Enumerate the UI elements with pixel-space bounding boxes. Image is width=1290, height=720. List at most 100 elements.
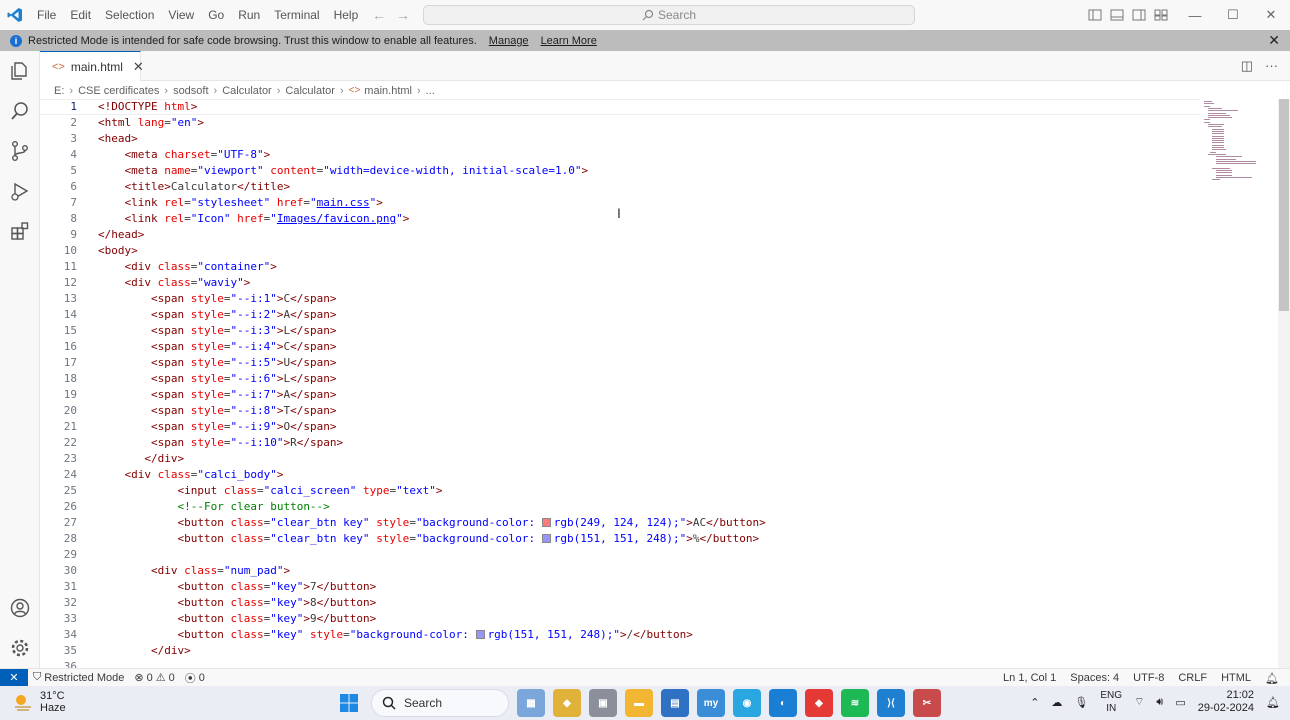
split-editor-icon[interactable]: ◫ [1241,58,1253,74]
file-explorer-icon[interactable]: ▬ [625,689,653,717]
close-window-icon[interactable]: ✕ [1252,0,1290,30]
color-swatch-purple[interactable] [541,534,551,543]
crumb-file[interactable]: main.html [364,85,412,97]
problems-status[interactable]: ⊗ 0 ⚠ 0 [129,671,179,685]
microphone-icon[interactable]: 🎙︎ [1074,696,1088,709]
back-arrow-icon[interactable]: ← [372,7,386,23]
source-control-icon[interactable] [0,131,40,171]
mysql-icon[interactable]: my [697,689,725,717]
toggle-panel-icon[interactable] [1110,8,1124,22]
run-debug-icon[interactable] [0,171,40,211]
anydesk-icon[interactable]: ◆ [805,689,833,717]
color-swatch-purple[interactable] [475,630,485,639]
battery-icon[interactable]: ▭ [1175,696,1185,709]
manage-link[interactable]: Manage [489,35,529,47]
crumb-folder[interactable]: sodsoft [173,85,208,97]
restricted-mode-status[interactable]: ⛉ Restricted Mode [28,671,129,684]
notifications-bell-icon[interactable]: 🔔︎ [1260,672,1284,685]
crumb-symbol[interactable]: ... [426,85,435,97]
close-tab-icon[interactable]: ✕ [133,59,144,75]
crumb-folder[interactable]: Calculator [222,85,272,97]
chevron-up-icon[interactable]: ⌃ [1030,696,1039,709]
code-line: <span style="--i:2">A</span> [150,308,337,321]
minimap[interactable] [1200,99,1278,219]
close-banner-icon[interactable]: ✕ [1268,32,1280,49]
copilot-icon[interactable]: ◆ [553,689,581,717]
ports-status[interactable]: ⦿ 0 [180,670,210,686]
line-number: 21 [63,420,77,433]
cursor-position[interactable]: Ln 1, Col 1 [998,672,1061,684]
snipping-tool-icon[interactable]: ✂ [913,689,941,717]
minimap-line [1216,170,1232,171]
code-line: <button class="key">8</button> [177,596,377,609]
task-view-icon[interactable]: ▣ [589,689,617,717]
minimap-line [1204,101,1212,102]
code-editor[interactable]: 1 2 3 4 5 6 7 8 9 10 11 12 13 14 15 16 17 18 19 20 21 22 23 24 2… [40,99,1278,668]
tab-main-html[interactable]: <> main.html ✕ [40,51,144,81]
menu-selection[interactable]: Selection [98,0,161,30]
crumb-folder[interactable]: CSE cerdificates [78,85,159,97]
more-actions-icon[interactable]: ··· [1265,58,1278,74]
minimize-icon[interactable]: — [1176,0,1214,30]
indentation[interactable]: Spaces: 4 [1065,672,1124,684]
widgets-icon[interactable]: ▦ [517,689,545,717]
menu-run[interactable]: Run [231,0,267,30]
toggle-secondary-sidebar-icon[interactable] [1132,8,1146,22]
minimap-line [1216,176,1252,178]
store-icon[interactable]: ▤ [661,689,689,717]
line-number: 14 [63,308,77,321]
volume-icon[interactable]: 🔊︎ [1156,696,1163,709]
chrome-icon[interactable]: ◉ [733,689,761,717]
search-icon[interactable] [0,91,40,131]
code-line: <span style="--i:4">C</span> [150,340,337,353]
menu-help[interactable]: Help [327,0,366,30]
customize-layout-icon[interactable] [1154,8,1168,22]
vertical-scrollbar[interactable] [1278,99,1290,668]
status-bar: ✕ ⛉ Restricted Mode ⊗ 0 ⚠ 0 ⦿ 0 Ln 1, Col 1… [0,668,1290,687]
forward-arrow-icon[interactable]: → [396,7,410,23]
language-mode[interactable]: HTML [1216,672,1256,684]
code-line: <span style="--i:10">R</span> [150,436,344,449]
sun-haze-icon [15,695,31,711]
editor-tabs: <> main.html ✕ ◫ ··· [40,51,1290,81]
onedrive-cloud-icon[interactable]: ☁ [1051,696,1062,709]
menu-file[interactable]: File [30,0,63,30]
line-number: 4 [70,148,77,161]
end-of-line[interactable]: CRLF [1173,672,1212,684]
encoding[interactable]: UTF-8 [1128,672,1169,684]
toggle-primary-sidebar-icon[interactable] [1088,8,1102,22]
wifi-icon[interactable]: ⌔ [1134,695,1144,709]
accounts-icon[interactable] [0,588,40,628]
crumb-folder[interactable]: Calculator [285,85,335,97]
menu-go[interactable]: Go [201,0,231,30]
crumb-drive[interactable]: E: [54,85,64,97]
html-file-icon: <> [52,60,65,73]
taskbar-search[interactable]: Search [371,689,509,717]
menu-edit[interactable]: Edit [63,0,98,30]
minimap-line [1216,163,1256,165]
extensions-icon[interactable] [0,211,40,251]
spotify-icon[interactable]: ≋ [841,689,869,717]
remote-indicator-icon[interactable]: ✕ [0,668,28,687]
maximize-icon[interactable]: ☐ [1214,0,1252,30]
minimap-line [1208,117,1232,119]
vscode-taskbar-icon[interactable]: ⟩⟨ [877,689,905,717]
scrollbar-thumb[interactable] [1279,99,1289,311]
windows-start-icon[interactable] [335,689,363,717]
menu-terminal[interactable]: Terminal [267,0,326,30]
explorer-icon[interactable] [0,51,40,91]
learn-more-link[interactable]: Learn More [541,35,597,47]
menu-view[interactable]: View [161,0,201,30]
minimap-line [1204,105,1210,107]
color-swatch-red[interactable] [541,518,551,527]
clock[interactable]: 21:02 29-02-2024 [1198,689,1254,715]
line-number: 18 [63,372,77,385]
command-center-search[interactable]: Search [423,5,915,25]
language-indicator[interactable]: ENG IN [1100,689,1122,715]
line-number: 8 [70,212,77,225]
manage-gear-icon[interactable] [0,628,40,668]
weather-widget[interactable]: 31°C Haze [12,690,66,714]
code-line: <button class="key">7</button> [177,580,377,593]
notification-bell-icon[interactable]: 🔔︎ [1266,696,1280,709]
edge-icon[interactable]: ◐ [769,689,797,717]
